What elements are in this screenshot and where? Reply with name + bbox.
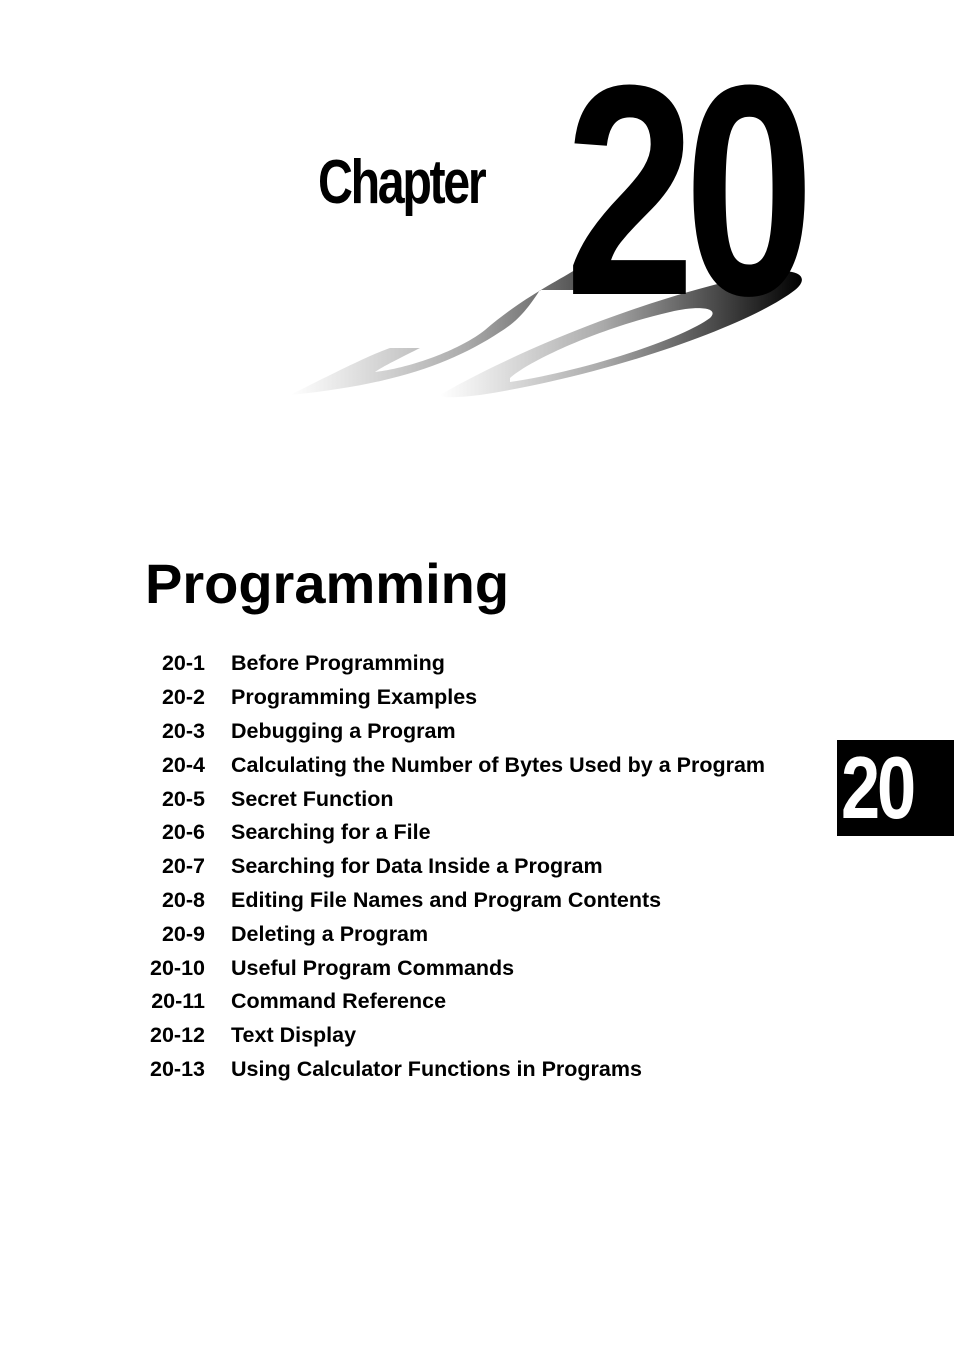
toc-number: 20-13 — [150, 1056, 205, 1081]
toc-item[interactable]: 20-12 Text Display — [145, 1019, 825, 1053]
table-of-contents: 20-1 Before Programming 20-2 Programming E… — [145, 647, 825, 1086]
side-tab-number: 20 — [841, 738, 916, 837]
toc-item[interactable]: 20-5 Secret Function — [145, 782, 825, 816]
toc-item[interactable]: 20-7 Searching for Data Inside a Program — [145, 850, 825, 884]
toc-number: 20-1 — [161, 651, 205, 676]
toc-item[interactable]: 20-8 Editing File Names and Program Conte… — [145, 884, 825, 918]
toc-number: 20-9 — [161, 921, 205, 946]
toc-number: 20-12 — [150, 1023, 205, 1048]
toc-item[interactable]: 20-10 Useful Program Commands — [145, 951, 825, 985]
chapter-label: Chapter — [318, 148, 487, 217]
toc-label: Text Display — [231, 1023, 357, 1048]
toc-number: 20-5 — [161, 786, 205, 811]
toc-item[interactable]: 20-1 Before Programming — [145, 647, 825, 681]
toc-label: Secret Function — [231, 786, 394, 811]
toc-label: Programming Examples — [231, 685, 478, 710]
toc-label: Calculating the Number of Bytes Used by … — [231, 752, 766, 777]
toc-label: Searching for Data Inside a Program — [231, 854, 603, 879]
toc-item[interactable]: 20-9 Deleting a Program — [145, 917, 825, 951]
chapter-title: Programming — [145, 552, 510, 615]
toc-label: Deleting a Program — [231, 921, 429, 946]
toc-label: Using Calculator Functions in Programs — [231, 1056, 642, 1081]
toc-item[interactable]: 20-2 Programming Examples — [145, 681, 825, 715]
toc-number: 20-10 — [150, 955, 205, 980]
toc-number: 20-8 — [161, 887, 205, 912]
toc-number: 20-4 — [161, 752, 205, 777]
toc-item[interactable]: 20-13 Using Calculator Functions in Progr… — [145, 1053, 825, 1087]
toc-label: Before Programming — [231, 651, 445, 676]
toc-label: Debugging a Program — [231, 718, 456, 743]
toc-label: Searching for a File — [231, 820, 431, 845]
toc-number: 20-2 — [161, 685, 205, 710]
toc-number: 20-6 — [161, 820, 205, 845]
toc-number: 20-7 — [161, 854, 205, 879]
toc-label: Useful Program Commands — [231, 955, 515, 980]
toc-label: Editing File Names and Program Contents — [231, 887, 662, 912]
toc-item[interactable]: 20-6 Searching for a File — [145, 816, 825, 850]
toc-number: 20-3 — [161, 718, 205, 743]
chapter-number: 20 — [565, 22, 814, 358]
toc-item[interactable]: 20-4 Calculating the Number of Bytes Used… — [145, 748, 825, 782]
toc-label: Command Reference — [231, 989, 447, 1014]
toc-number: 20-11 — [151, 989, 205, 1014]
chapter-side-tab: 20 — [837, 740, 954, 836]
toc-item[interactable]: 20-3 Debugging a Program — [145, 715, 825, 749]
toc-item[interactable]: 20-11 Command Reference — [145, 985, 825, 1019]
